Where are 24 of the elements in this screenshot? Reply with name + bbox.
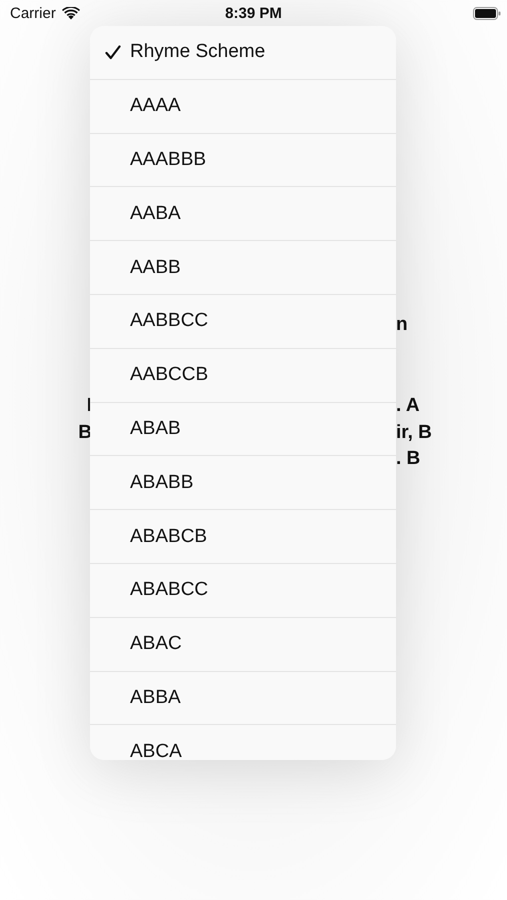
wifi-icon	[62, 6, 80, 20]
background-text: . A	[396, 395, 420, 417]
menu-item[interactable]: AAAA	[90, 80, 396, 134]
menu-item[interactable]: ABCA	[90, 725, 396, 760]
menu-item[interactable]: AAABBB	[90, 134, 396, 188]
menu-item[interactable]: AABCCB	[90, 348, 396, 403]
menu-item[interactable]: ABABCB	[90, 510, 396, 564]
background-text: ir, B	[396, 422, 432, 444]
menu-item[interactable]: ABAC	[90, 618, 396, 672]
menu-item[interactable]: AABA	[90, 187, 396, 242]
menu-item[interactable]: Rhyme Scheme	[90, 26, 396, 80]
menu-item[interactable]: ABABB	[90, 456, 396, 510]
battery-icon	[473, 6, 501, 20]
menu-item[interactable]: AABBCC	[90, 294, 396, 349]
background-text: . B	[396, 448, 420, 470]
menu-item[interactable]: AABB	[90, 241, 396, 295]
status-time: 8:39 PM	[225, 4, 282, 22]
background-text: I	[86, 395, 92, 417]
menu-item[interactable]: ABAB	[90, 402, 396, 456]
carrier-label: Carrier	[10, 4, 56, 22]
menu-item[interactable]: ABBA	[90, 672, 396, 726]
menu-item[interactable]: ABABCC	[90, 564, 396, 618]
background-text: B	[78, 422, 92, 444]
background-text: n	[396, 314, 408, 336]
